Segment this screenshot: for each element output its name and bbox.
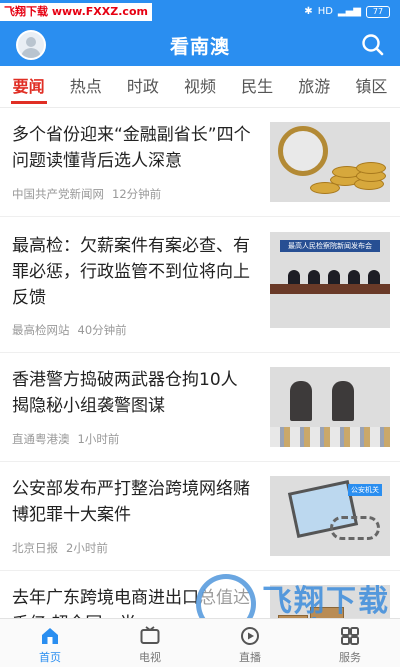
status-bar: 飞翔下载 www.FXXZ.com ✱ HD ▂▄▆ 77 — [0, 0, 400, 24]
app-title: 看南澳 — [169, 36, 230, 58]
news-meta: 直通粤港澳 1小时前 — [12, 431, 119, 447]
nav-home[interactable]: 首页 — [0, 619, 100, 667]
tab-yaowen[interactable]: 要闻 — [10, 66, 47, 108]
hd-icon: HD — [317, 6, 333, 17]
nav-tv[interactable]: 电视 — [100, 619, 200, 667]
nav-label: 服务 — [339, 651, 361, 664]
news-title: 多个省份迎来“金融副省长”四个问题读懂背后选人深意 — [12, 125, 251, 171]
news-meta: 中国共产党新闻网 12分钟前 — [12, 186, 161, 202]
nav-label: 电视 — [139, 651, 161, 664]
tab-lvyou[interactable]: 旅游 — [296, 66, 332, 108]
bottom-nav: 首页 电视 直播 服务 — [0, 618, 400, 667]
news-item[interactable]: 最高检：欠薪案件有案必查、有罪必惩，行政监管不到位将向上反馈 最高检网站 40分钟… — [0, 217, 400, 353]
live-icon — [241, 627, 259, 645]
news-time: 12分钟前 — [112, 187, 162, 201]
news-time: 2小时前 — [66, 541, 108, 555]
tab-minsheng[interactable]: 民生 — [239, 66, 275, 108]
news-item[interactable]: 多个省份迎来“金融副省长”四个问题读懂背后选人深意 中国共产党新闻网 12分钟前 — [0, 108, 400, 217]
category-tabs: 要闻 热点 时政 视频 民生 旅游 镇区 — [0, 66, 400, 108]
battery-icon: 77 — [366, 6, 390, 18]
app-header: 看南澳 — [0, 24, 400, 66]
news-source: 中国共产党新闻网 — [12, 187, 104, 201]
news-source: 最高检网站 — [12, 323, 70, 337]
press-conference-image: 最高人民检察院新闻发布会 — [270, 232, 390, 328]
news-source: 北京日报 — [12, 541, 58, 555]
news-meta: 最高检网站 40分钟前 — [12, 322, 127, 338]
police-seizure-image — [270, 367, 390, 447]
press-conference-banner: 最高人民检察院新闻发布会 — [280, 240, 380, 252]
news-time: 40分钟前 — [77, 323, 127, 337]
signal-icon: ▂▄▆ — [337, 6, 361, 17]
bluetooth-icon: ✱ — [304, 6, 313, 17]
news-title: 香港警方捣破两武器仓拘10人 揭隐秘小组袭警图谋 — [12, 370, 238, 416]
tab-shipin[interactable]: 视频 — [182, 66, 218, 108]
news-source: 直通粤港澳 — [12, 432, 70, 446]
news-meta: 北京日报 2小时前 — [12, 540, 108, 556]
status-icons: ✱ HD ▂▄▆ 77 — [304, 4, 390, 20]
news-item[interactable]: 香港警方捣破两武器仓拘10人 揭隐秘小组袭警图谋 直通粤港澳 1小时前 — [0, 353, 400, 462]
home-icon — [42, 628, 58, 644]
gambling-cartoon-image: 公安机关 — [270, 476, 390, 556]
news-title: 最高检：欠薪案件有案必查、有罪必惩，行政监管不到位将向上反馈 — [12, 236, 250, 308]
cartoon-tag: 公安机关 — [348, 484, 382, 496]
nav-label: 直播 — [239, 651, 261, 664]
coins-magnifier-image — [270, 122, 390, 202]
news-time: 1小时前 — [77, 432, 120, 446]
nav-live[interactable]: 直播 — [200, 619, 300, 667]
service-icon — [341, 627, 359, 645]
news-item[interactable]: 公安部发布严打整治跨境网络赌博犯罪十大案件 北京日报 2小时前 公安机关 — [0, 462, 400, 571]
watermark-tag: 飞翔下载 www.FXXZ.com — [0, 3, 152, 21]
search-icon[interactable] — [360, 32, 386, 58]
news-title: 公安部发布严打整治跨境网络赌博犯罪十大案件 — [12, 479, 250, 525]
nav-label: 首页 — [39, 651, 61, 664]
tab-zhenqu[interactable]: 镇区 — [353, 66, 389, 108]
nav-service[interactable]: 服务 — [300, 619, 400, 667]
tv-icon — [140, 626, 160, 644]
tab-shizheng[interactable]: 时政 — [125, 66, 161, 108]
tab-redian[interactable]: 热点 — [68, 66, 104, 108]
news-list: 多个省份迎来“金融副省长”四个问题读懂背后选人深意 中国共产党新闻网 12分钟前 … — [0, 108, 400, 667]
